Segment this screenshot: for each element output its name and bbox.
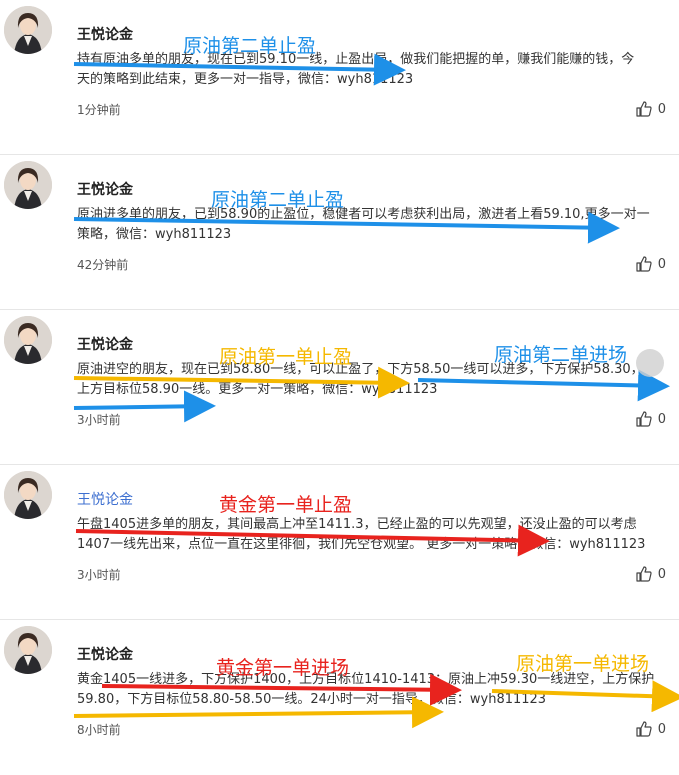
like-button[interactable]: 0 <box>636 721 666 737</box>
avatar[interactable] <box>4 471 52 519</box>
like-button[interactable]: 0 <box>636 256 666 272</box>
author-name[interactable]: 王悦论金 <box>77 644 133 664</box>
comment-feed: 王悦论金 持有原油多单的朋友，现在已到59.10一线，止盈出局，做我们能把握的单… <box>0 0 679 757</box>
author-name[interactable]: 王悦论金 <box>77 179 133 199</box>
comment-line: 59.80，下方目标位58.80-58.50一线。24小时一对一指导，微信：wy… <box>77 692 547 707</box>
author-name[interactable]: 王悦论金 <box>77 489 133 509</box>
like-count: 0 <box>657 101 666 117</box>
comment-line: 持有原油多单的朋友，现在已到59.10一线，止盈出局，做我们能把握的单，赚我们能… <box>77 52 635 67</box>
comment-text: 原油进多单的朋友，已到58.90的止盈位，稳健者可以考虑获利出局，激进者上看59… <box>77 205 679 245</box>
thumbs-up-icon <box>636 566 652 582</box>
timestamp: 1分钟前 <box>77 103 121 117</box>
like-count: 0 <box>657 721 666 737</box>
like-button[interactable]: 0 <box>636 411 666 427</box>
comment-line: 上方目标位58.90一线。更多一对一策略，微信：wyh811123 <box>77 382 438 397</box>
like-count: 0 <box>657 256 666 272</box>
avatar-portrait-icon <box>4 161 52 209</box>
avatar-portrait-icon <box>4 6 52 54</box>
comment-line: 1407一线先出来，点位一直在这里徘徊，我们先空仓观望。 更多一对一策略，微信：… <box>77 537 646 552</box>
comment-text: 黄金1405一线进多，下方保护1400，上方目标位1410-1413；原油上冲5… <box>77 670 679 710</box>
comment-item: 王悦论金 午盘1405进多单的朋友，其间最高上冲至1411.3，已经止盈的可以先… <box>0 465 679 620</box>
comment-text: 持有原油多单的朋友，现在已到59.10一线，止盈出局，做我们能把握的单，赚我们能… <box>77 50 679 90</box>
thumbs-up-icon <box>636 411 652 427</box>
comment-item: 王悦论金 黄金1405一线进多，下方保护1400，上方目标位1410-1413；… <box>0 620 679 775</box>
avatar[interactable] <box>4 316 52 364</box>
timestamp: 8小时前 <box>77 723 121 737</box>
comment-text: 午盘1405进多单的朋友，其间最高上冲至1411.3，已经止盈的可以先观望，还没… <box>77 515 679 555</box>
author-name[interactable]: 王悦论金 <box>77 334 133 354</box>
comment-item: 王悦论金 原油进空的朋友，现在已到58.80一线，可以止盈了，下方58.50一线… <box>0 310 679 465</box>
comment-line: 午盘1405进多单的朋友，其间最高上冲至1411.3，已经止盈的可以先观望，还没… <box>77 517 637 532</box>
avatar[interactable] <box>4 626 52 674</box>
timestamp: 3小时前 <box>77 568 121 582</box>
comment-line: 策略，微信：wyh811123 <box>77 227 232 242</box>
avatar-portrait-icon <box>4 471 52 519</box>
like-count: 0 <box>657 411 666 427</box>
avatar-portrait-icon <box>4 316 52 364</box>
like-count: 0 <box>657 566 666 582</box>
thumbs-up-icon <box>636 256 652 272</box>
comment-line: 天的策略到此结束，更多一对一指导，微信：wyh811123 <box>77 72 414 87</box>
like-button[interactable]: 0 <box>636 566 666 582</box>
like-button[interactable]: 0 <box>636 101 666 117</box>
thumbs-up-icon <box>636 721 652 737</box>
timestamp: 42分钟前 <box>77 258 129 272</box>
comment-item: 王悦论金 原油进多单的朋友，已到58.90的止盈位，稳健者可以考虑获利出局，激进… <box>0 155 679 310</box>
timestamp: 3小时前 <box>77 413 121 427</box>
avatar[interactable] <box>4 6 52 54</box>
avatar-portrait-icon <box>4 626 52 674</box>
comment-item: 王悦论金 持有原油多单的朋友，现在已到59.10一线，止盈出局，做我们能把握的单… <box>0 0 679 155</box>
avatar[interactable] <box>4 161 52 209</box>
comment-line: 原油进空的朋友，现在已到58.80一线，可以止盈了，下方58.50一线可以进多，… <box>77 362 644 377</box>
comment-line: 黄金1405一线进多，下方保护1400，上方目标位1410-1413；原油上冲5… <box>77 672 655 687</box>
comment-line: 原油进多单的朋友，已到58.90的止盈位，稳健者可以考虑获利出局，激进者上看59… <box>77 207 650 222</box>
comment-text: 原油进空的朋友，现在已到58.80一线，可以止盈了，下方58.50一线可以进多，… <box>77 360 679 400</box>
thumbs-up-icon <box>636 101 652 117</box>
author-name[interactable]: 王悦论金 <box>77 24 133 44</box>
